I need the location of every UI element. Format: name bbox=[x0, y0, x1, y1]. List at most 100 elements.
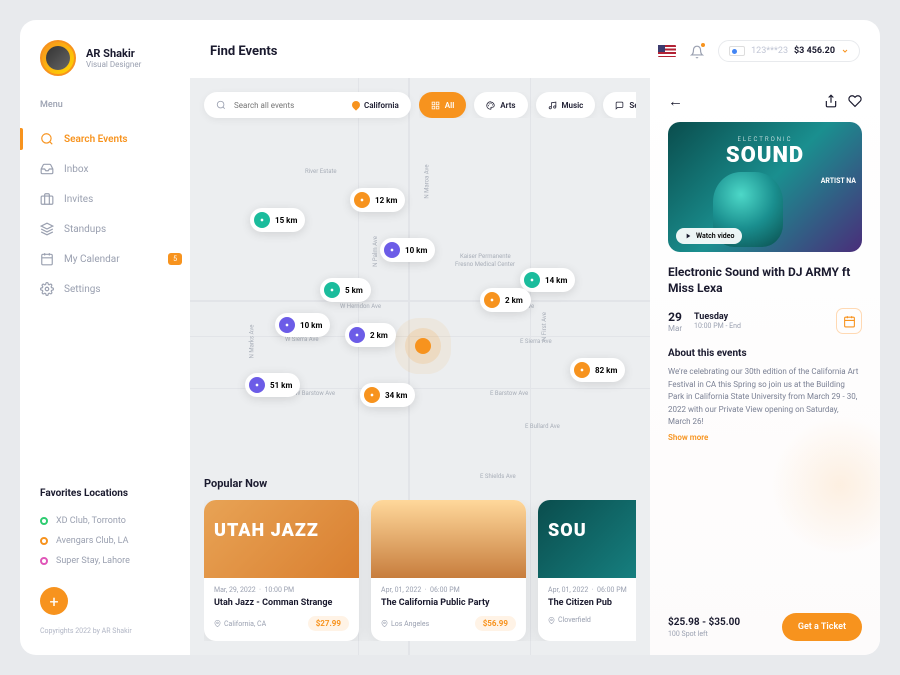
balance-masked: 123***23 bbox=[751, 46, 788, 56]
menu-item-my-calendar[interactable]: My Calendar5 bbox=[40, 244, 190, 274]
event-card[interactable]: UTAH JAZZ Mar, 29, 2022 · 10:00 PM Utah … bbox=[204, 500, 359, 641]
pin-badge-icon bbox=[364, 387, 380, 403]
back-button[interactable]: ← bbox=[668, 92, 683, 110]
flag-icon[interactable] bbox=[658, 45, 676, 57]
event-datetime: Apr, 01, 2022 · 06:00 PM bbox=[381, 586, 516, 594]
calendar-icon bbox=[40, 252, 54, 266]
user-profile[interactable]: AR Shakir Visual Designer bbox=[40, 40, 190, 76]
map-street-label: E Barstow Ave bbox=[490, 390, 528, 397]
show-more-link[interactable]: Show more bbox=[668, 433, 862, 442]
map-pin[interactable]: 12 km bbox=[350, 188, 405, 212]
menu-item-search-events[interactable]: Search Events bbox=[40, 124, 190, 154]
play-icon bbox=[684, 232, 692, 240]
event-location: California, CA bbox=[214, 620, 266, 628]
event-card-image bbox=[371, 500, 526, 578]
dot-icon bbox=[40, 557, 48, 565]
location-chip[interactable]: California bbox=[352, 101, 399, 110]
map-pin[interactable]: 2 km bbox=[345, 323, 396, 347]
grid-icon bbox=[431, 101, 440, 110]
profile-role: Visual Designer bbox=[86, 60, 141, 69]
event-poster: ELECTRONIC SOUND ARTIST NA Watch video bbox=[668, 122, 862, 252]
event-card[interactable]: SOU Apr, 01, 2022 · 06:00 PM The Citizen… bbox=[538, 500, 636, 641]
search-events-input[interactable]: California bbox=[204, 92, 411, 118]
map-street-label: N Maroa Ave bbox=[424, 164, 431, 198]
copyright: Copyrights 2022 by AR Shakir bbox=[40, 627, 190, 635]
menu-label: Menu bbox=[40, 100, 190, 110]
search-field[interactable] bbox=[234, 101, 344, 110]
event-card-title: The Citizen Pub bbox=[548, 598, 636, 608]
map[interactable]: River EstateN Maroa AveW Herndon AveHern… bbox=[190, 78, 650, 655]
filter-music[interactable]: Music bbox=[536, 92, 596, 118]
map-street-label: Kaiser Permanente bbox=[460, 253, 511, 260]
favorite-location[interactable]: XD Club, Torronto bbox=[40, 511, 190, 531]
map-street-label: W Barstow Ave bbox=[295, 390, 335, 397]
add-to-calendar-button[interactable] bbox=[836, 308, 862, 334]
inbox-icon bbox=[40, 162, 54, 176]
map-street-label: W Herndon Ave bbox=[340, 303, 381, 310]
music-icon bbox=[548, 101, 557, 110]
layers-icon bbox=[40, 222, 54, 236]
map-pin[interactable]: 2 km bbox=[480, 288, 531, 312]
watch-video-button[interactable]: Watch video bbox=[676, 228, 742, 244]
event-detail-panel: ← ELECTRONIC SOUND ARTIST NA Wa bbox=[650, 78, 880, 655]
event-datetime: Mar, 29, 2022 · 10:00 PM bbox=[214, 586, 349, 594]
map-street-label: N Palm Ave bbox=[372, 236, 379, 267]
spots-left: 100 Spot left bbox=[668, 630, 740, 638]
map-street-label: W Sierra Ave bbox=[285, 336, 319, 343]
menu-item-invites[interactable]: Invites bbox=[40, 184, 190, 214]
calendar-icon bbox=[843, 315, 856, 328]
about-title: About this events bbox=[668, 348, 862, 359]
favorite-location[interactable]: Avengars Club, LA bbox=[40, 531, 190, 551]
map-street-label: N First Ave bbox=[541, 312, 548, 341]
map-pin[interactable]: 5 km bbox=[320, 278, 371, 302]
search-icon bbox=[216, 100, 226, 110]
map-pin[interactable]: 15 km bbox=[250, 208, 305, 232]
get-ticket-button[interactable]: Get a Ticket bbox=[782, 613, 862, 641]
price-range: $25.98 - $35.00 bbox=[668, 617, 740, 628]
event-card[interactable]: Apr, 01, 2022 · 06:00 PM The California … bbox=[371, 500, 526, 641]
balance-amount: $3 456.20 bbox=[794, 46, 835, 56]
menu-item-standups[interactable]: Standups bbox=[40, 214, 190, 244]
event-price: $27.99 bbox=[308, 616, 349, 631]
map-pin[interactable]: 14 km bbox=[520, 268, 575, 292]
map-street-label: River Estate bbox=[305, 168, 337, 175]
chevron-down-icon bbox=[841, 47, 849, 55]
notifications-button[interactable] bbox=[690, 44, 704, 58]
palette-icon bbox=[486, 101, 495, 110]
pin-badge-icon bbox=[349, 327, 365, 343]
pin-badge-icon bbox=[279, 317, 295, 333]
card-icon bbox=[729, 46, 745, 56]
event-location: Cloverfield bbox=[548, 616, 591, 624]
filter-sem[interactable]: Sem bbox=[603, 92, 636, 118]
settings-icon bbox=[40, 282, 54, 296]
filter-all[interactable]: All bbox=[419, 92, 467, 118]
pin-badge-icon bbox=[484, 292, 500, 308]
favorite-location[interactable]: Super Stay, Lahore bbox=[40, 551, 190, 571]
filter-arts[interactable]: Arts bbox=[474, 92, 527, 118]
balance-chip[interactable]: 123***23 $3 456.20 bbox=[718, 40, 860, 62]
add-favorite-button[interactable]: + bbox=[40, 587, 68, 615]
heart-icon[interactable] bbox=[848, 94, 862, 108]
pin-badge-icon bbox=[249, 377, 265, 393]
briefcase-icon bbox=[40, 192, 54, 206]
chat-icon bbox=[615, 101, 624, 110]
about-text: We're celebrating our 30th edition of th… bbox=[668, 366, 862, 428]
menu-item-inbox[interactable]: Inbox bbox=[40, 154, 190, 184]
map-pin[interactable]: 34 km bbox=[360, 383, 415, 407]
pin-badge-icon bbox=[524, 272, 540, 288]
event-card-image: UTAH JAZZ bbox=[204, 500, 359, 578]
map-street-label: N Marks Ave bbox=[248, 325, 255, 359]
map-pin[interactable]: 10 km bbox=[380, 238, 435, 262]
map-street-label: Fresno Medical Center bbox=[455, 261, 515, 268]
event-card-image: SOU bbox=[538, 500, 636, 578]
map-pin[interactable]: 10 km bbox=[275, 313, 330, 337]
event-price: $56.99 bbox=[475, 616, 516, 631]
event-card-title: The California Public Party bbox=[381, 598, 516, 608]
map-pin[interactable]: 82 km bbox=[570, 358, 625, 382]
event-location: Los Angeles bbox=[381, 620, 429, 628]
share-icon[interactable] bbox=[824, 94, 838, 108]
map-pin[interactable]: 51 km bbox=[245, 373, 300, 397]
pin-badge-icon bbox=[574, 362, 590, 378]
menu-item-settings[interactable]: Settings bbox=[40, 274, 190, 304]
avatar bbox=[40, 40, 76, 76]
